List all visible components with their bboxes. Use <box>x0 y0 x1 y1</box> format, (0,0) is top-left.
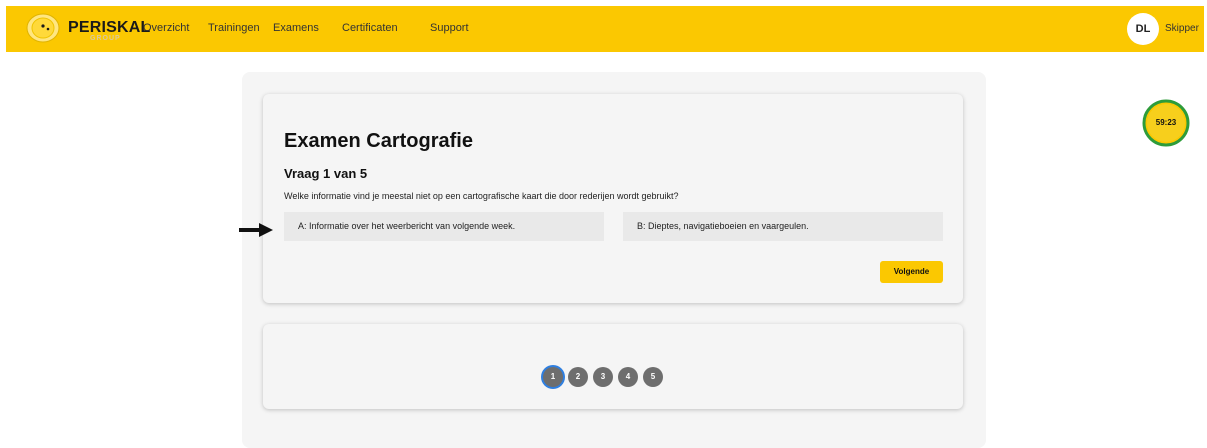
answer-option-b[interactable]: B: Dieptes, navigatieboeien en vaargeule… <box>623 212 943 241</box>
arrow-right-icon <box>239 223 273 237</box>
nav-examens[interactable]: Examens <box>273 22 319 34</box>
countdown-timer: 59:23 <box>1155 118 1177 127</box>
user-name[interactable]: Skipper <box>1165 23 1199 34</box>
nav-trainingen[interactable]: Trainingen <box>208 22 260 34</box>
user-avatar[interactable]: DL <box>1127 13 1159 45</box>
top-navigation-bar: PERISKAL GROUP Overzicht Trainingen Exam… <box>6 6 1204 52</box>
page-button-3[interactable]: 3 <box>593 367 613 387</box>
nav-overzicht[interactable]: Overzicht <box>143 22 189 34</box>
periskal-logo-icon[interactable] <box>26 13 60 43</box>
nav-certificaten[interactable]: Certificaten <box>342 22 398 34</box>
brand-subtitle: GROUP <box>90 35 121 42</box>
page-button-5[interactable]: 5 <box>643 367 663 387</box>
next-button[interactable]: Volgende <box>880 261 943 283</box>
question-text: Welke informatie vind je meestal niet op… <box>284 191 679 201</box>
answer-option-a[interactable]: A: Informatie over het weerbericht van v… <box>284 212 604 241</box>
nav-support[interactable]: Support <box>430 22 469 34</box>
page-button-2[interactable]: 2 <box>568 367 588 387</box>
exam-title: Examen Cartografie <box>284 130 473 152</box>
question-card: Examen Cartografie Vraag 1 van 5 Welke i… <box>263 94 963 303</box>
question-counter: Vraag 1 van 5 <box>284 166 368 181</box>
page-button-1[interactable]: 1 <box>543 367 563 387</box>
pagination-card: 1 2 3 4 5 <box>263 324 963 409</box>
page-button-4[interactable]: 4 <box>618 367 638 387</box>
